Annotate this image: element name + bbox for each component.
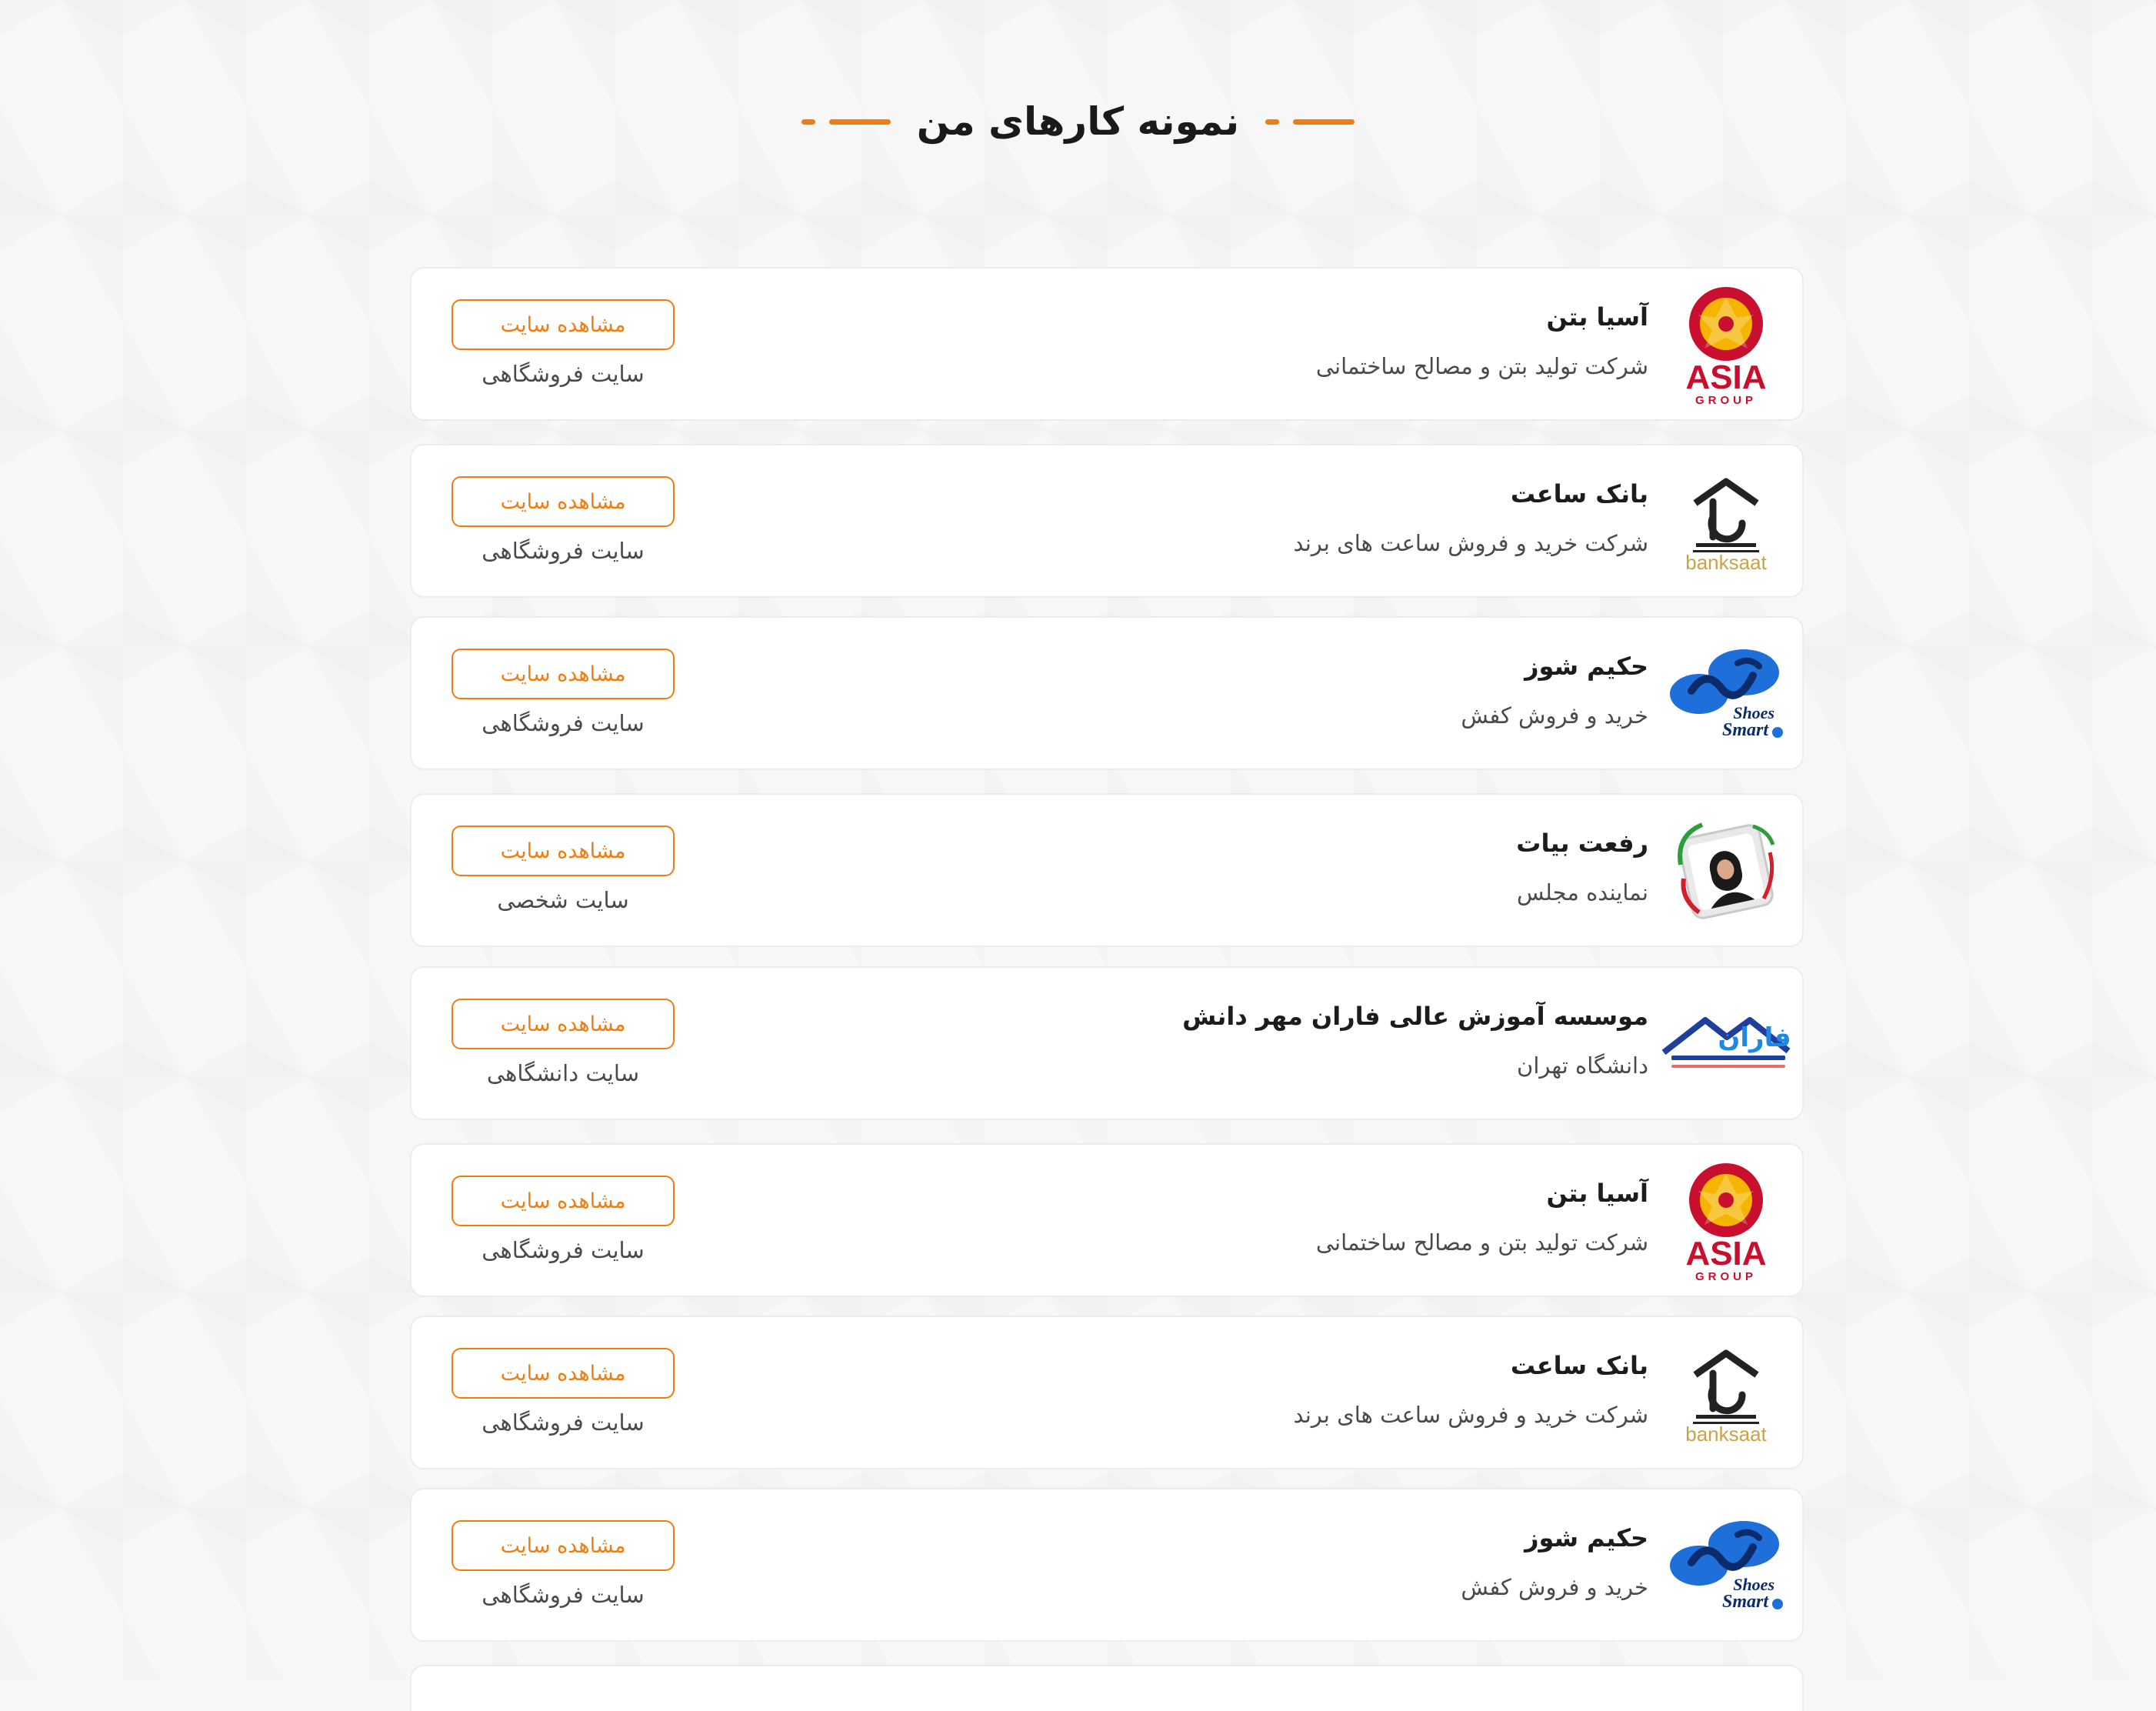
faran-logo: فاران (1661, 983, 1791, 1106)
card-subtitle: شرکت خرید و فروش ساعت های برند (1293, 530, 1649, 556)
site-type-label: سایت فروشگاهی (482, 538, 645, 564)
svg-text:ASIA: ASIA (1685, 359, 1766, 396)
asia-group-logo: ASIA GROUP (1661, 1160, 1791, 1283)
view-site-button[interactable]: مشاهده سایت (452, 825, 675, 876)
card-subtitle: دانشگاه تهران (1517, 1052, 1648, 1079)
card-title: آسیا بتن (1546, 302, 1648, 332)
svg-text:فاران: فاران (1718, 1022, 1791, 1053)
card-title: موسسه آموزش عالی فاران مهر دانش (1182, 1002, 1648, 1031)
view-site-button[interactable]: مشاهده سایت (452, 299, 675, 350)
site-type-label: سایت فروشگاهی (482, 1409, 645, 1436)
view-site-button[interactable]: مشاهده سایت (452, 1520, 675, 1571)
card-title: حکیم شوز (1525, 1523, 1648, 1553)
view-site-button[interactable]: مشاهده سایت (452, 1348, 675, 1399)
svg-text:ASIA: ASIA (1685, 1235, 1766, 1272)
view-site-button[interactable]: مشاهده سایت (452, 1176, 675, 1226)
page-title: نمونه کارهای من (916, 99, 1240, 144)
site-type-label: سایت فروشگاهی (482, 1237, 645, 1263)
asia-group-logo: ASIA GROUP (1661, 284, 1791, 407)
smart-shoes-logo: Shoes Smart (1661, 633, 1791, 756)
svg-text:banksaat: banksaat (1685, 1422, 1767, 1444)
svg-text:Smart: Smart (1722, 720, 1769, 740)
portfolio-card: Shoes Smart حکیم شوز خرید و فروش کفش مشا… (410, 1488, 1804, 1642)
section-header: نمونه کارهای من (0, 91, 2156, 152)
card-subtitle: نماینده مجلس (1517, 879, 1648, 906)
view-site-button[interactable]: مشاهده سایت (452, 476, 675, 527)
bank-saat-logo: banksaat (1661, 461, 1791, 584)
portrait-logo (1661, 810, 1791, 933)
svg-text:GROUP: GROUP (1695, 1270, 1757, 1283)
card-title: حکیم شوز (1525, 652, 1648, 681)
card-subtitle: خرید و فروش کفش (1461, 702, 1648, 729)
card-title: رفعت بیات (1516, 829, 1648, 858)
bank-saat-logo: banksaat (1661, 1332, 1791, 1456)
site-type-label: سایت دانشگاهی (486, 1060, 640, 1086)
title-decoration-left (801, 118, 891, 125)
title-decoration-right (1265, 118, 1355, 125)
portfolio-card: فاران موسسه آموزش عالی فاران مهر دانش دا… (410, 966, 1804, 1120)
card-title: بانک ساعت (1510, 479, 1648, 509)
card-subtitle: شرکت تولید بتن و مصالح ساختمانی (1315, 1229, 1648, 1256)
site-type-label: سایت فروشگاهی (482, 1582, 645, 1608)
view-site-button[interactable]: مشاهده سایت (452, 999, 675, 1049)
portfolio-card: رفعت بیات نماینده مجلس مشاهده سایت سایت … (410, 793, 1804, 947)
view-site-button[interactable]: مشاهده سایت (452, 649, 675, 699)
smart-shoes-logo: Shoes Smart (1661, 1505, 1791, 1628)
card-title: بانک ساعت (1510, 1351, 1648, 1380)
site-type-label: سایت فروشگاهی (482, 710, 645, 736)
card-subtitle: خرید و فروش کفش (1461, 1574, 1648, 1600)
svg-text:Smart: Smart (1722, 1592, 1769, 1612)
portfolio-card: banksaat بانک ساعت شرکت خرید و فروش ساعت… (410, 1316, 1804, 1469)
site-type-label: سایت فروشگاهی (482, 361, 645, 387)
portfolio-card: banksaat بانک ساعت شرکت خرید و فروش ساعت… (410, 444, 1804, 598)
portfolio-card: ASIA GROUP آسیا بتن شرکت تولید بتن و مصا… (410, 1143, 1804, 1297)
portfolio-card: Shoes Smart حکیم شوز خرید و فروش کفش مشا… (410, 616, 1804, 770)
svg-text:GROUP: GROUP (1695, 394, 1757, 407)
card-subtitle: شرکت خرید و فروش ساعت های برند (1293, 1402, 1649, 1428)
svg-text:banksaat: banksaat (1685, 551, 1767, 572)
card-title: آسیا بتن (1546, 1179, 1648, 1208)
portfolio-card: ASIA GROUP آسیا بتن شرکت تولید بتن و مصا… (410, 267, 1804, 421)
site-type-label: سایت شخصی (497, 887, 629, 913)
card-subtitle: شرکت تولید بتن و مصالح ساختمانی (1315, 353, 1648, 379)
portfolio-card-partial (410, 1665, 1804, 1711)
